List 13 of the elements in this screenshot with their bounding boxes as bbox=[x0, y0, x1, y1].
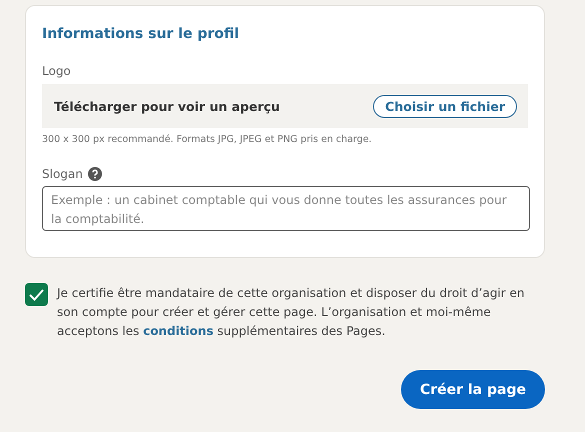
logo-label: Logo bbox=[42, 64, 71, 78]
help-icon[interactable] bbox=[88, 167, 102, 181]
conditions-link[interactable]: conditions bbox=[143, 324, 214, 338]
consent-checkbox[interactable] bbox=[25, 283, 48, 306]
slogan-label: Slogan bbox=[42, 167, 83, 181]
check-icon bbox=[29, 288, 44, 300]
choose-file-button[interactable]: Choisir un fichier bbox=[373, 94, 517, 118]
consent-text: Je certifie être mandataire de cette organisation et disposer du droit d’agir en son compte pour créer et gérer cette page. L’organisation et moi-même acceptons les conditions supplémentaires des Pages. bbox=[57, 285, 526, 340]
slogan-field[interactable]: Exemple : un cabinet comptable qui vous donne toutes les assurances pour la comptabilité. bbox=[42, 186, 530, 231]
logo-hint: 300 x 300 px recommandé. Formats JPG, JPEG et PNG pris en charge. bbox=[42, 134, 373, 145]
section-title: Informations sur le profil bbox=[42, 26, 240, 42]
upload-text: Télécharger pour voir un aperçu bbox=[54, 98, 280, 114]
create-page-button[interactable]: Créer la page bbox=[400, 370, 545, 409]
